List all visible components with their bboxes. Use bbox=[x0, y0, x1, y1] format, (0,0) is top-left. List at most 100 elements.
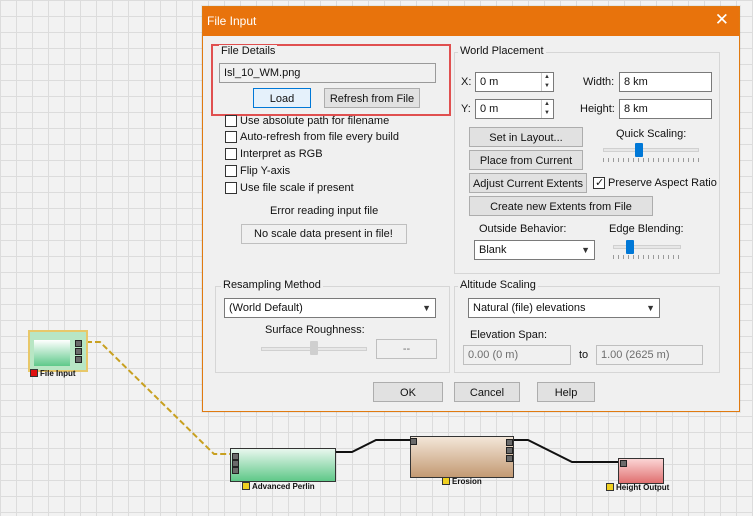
node-file-input[interactable] bbox=[28, 330, 88, 372]
close-icon[interactable]: ✕ bbox=[715, 11, 729, 29]
node-name: File Input bbox=[40, 369, 76, 378]
node-advanced-perlin-label: Advanced Perlin bbox=[242, 482, 315, 492]
width-label: Width: bbox=[583, 76, 615, 88]
spin-down-icon[interactable]: ▼ bbox=[544, 83, 550, 90]
elevation-span-to[interactable]: 1.00 (2625 m) bbox=[596, 345, 703, 365]
auto-refresh-label: Auto-refresh from file every build bbox=[240, 131, 399, 143]
input-port[interactable] bbox=[232, 460, 239, 467]
outside-behavior-select[interactable]: Blank ▼ bbox=[474, 240, 595, 260]
load-button[interactable]: Load bbox=[253, 88, 311, 108]
connection-erosion-output bbox=[512, 439, 620, 463]
node-thumbnail bbox=[34, 340, 70, 366]
width-input[interactable]: 8 km bbox=[619, 72, 712, 92]
check-icon: ✓ bbox=[595, 177, 605, 189]
edge-blending-track[interactable] bbox=[613, 245, 681, 249]
flip-y-label: Flip Y-axis bbox=[240, 165, 291, 177]
ok-button[interactable]: OK bbox=[373, 382, 443, 402]
height-label: Height: bbox=[580, 103, 615, 115]
output-port[interactable] bbox=[506, 447, 513, 454]
node-name: Height Output bbox=[616, 483, 670, 492]
interpret-rgb-checkbox[interactable] bbox=[225, 148, 237, 160]
node-height-output-label: Height Output bbox=[606, 483, 669, 493]
roughness-value-field[interactable]: -- bbox=[376, 339, 437, 359]
node-erosion-label: Erosion bbox=[442, 477, 482, 487]
world-placement-label: World Placement bbox=[458, 45, 546, 57]
altitude-mode-select[interactable]: Natural (file) elevations ▼ bbox=[468, 298, 660, 318]
node-height-output[interactable] bbox=[618, 458, 664, 484]
altitude-label: Altitude Scaling bbox=[458, 279, 538, 291]
status-square bbox=[30, 369, 38, 377]
preserve-aspect-label: Preserve Aspect Ratio bbox=[608, 177, 717, 189]
flip-y-checkbox[interactable] bbox=[225, 165, 237, 177]
elevation-span-to-label: to bbox=[579, 349, 589, 361]
use-file-scale-checkbox[interactable] bbox=[225, 182, 237, 194]
quick-scaling-label: Quick Scaling: bbox=[616, 128, 687, 140]
input-port[interactable] bbox=[620, 460, 627, 467]
dialog-titlebar[interactable]: File Input ✕ bbox=[203, 7, 739, 36]
quick-scaling-track[interactable] bbox=[603, 148, 699, 152]
quick-scaling-ticks bbox=[603, 158, 699, 162]
output-port[interactable] bbox=[75, 356, 82, 363]
roughness-thumb[interactable] bbox=[310, 341, 318, 355]
edge-blending-thumb[interactable] bbox=[626, 240, 634, 254]
chevron-down-icon: ▼ bbox=[646, 303, 655, 313]
outside-behavior-label: Outside Behavior: bbox=[479, 223, 567, 235]
node-file-input-label: File Input bbox=[30, 369, 76, 379]
spin-down-icon[interactable]: ▼ bbox=[544, 110, 550, 117]
spin-up-icon[interactable]: ▲ bbox=[544, 101, 550, 108]
node-advanced-perlin[interactable] bbox=[230, 448, 336, 482]
dialog-title: File Input bbox=[207, 14, 257, 28]
quick-scaling-thumb[interactable] bbox=[635, 143, 643, 157]
chevron-down-icon: ▼ bbox=[422, 303, 431, 313]
file-details-label: File Details bbox=[219, 45, 278, 57]
elevation-span-label: Elevation Span: bbox=[470, 329, 548, 341]
node-name: Erosion bbox=[452, 477, 482, 486]
node-erosion[interactable] bbox=[410, 436, 514, 478]
output-port[interactable] bbox=[75, 340, 82, 347]
place-from-current-button[interactable]: Place from Current bbox=[469, 150, 583, 170]
scale-status-field: No scale data present in file! bbox=[241, 224, 407, 244]
outside-behavior-value: Blank bbox=[479, 244, 507, 256]
auto-refresh-checkbox[interactable] bbox=[225, 131, 237, 143]
filename-field[interactable]: Isl_10_WM.png bbox=[219, 63, 436, 83]
input-port[interactable] bbox=[232, 453, 239, 460]
status-square bbox=[606, 483, 614, 491]
input-port[interactable] bbox=[232, 467, 239, 474]
altitude-mode-value: Natural (file) elevations bbox=[473, 302, 586, 314]
output-port[interactable] bbox=[506, 439, 513, 446]
elevation-span-from[interactable]: 0.00 (0 m) bbox=[463, 345, 571, 365]
output-port[interactable] bbox=[506, 455, 513, 462]
resampling-label: Resampling Method bbox=[221, 279, 323, 291]
x-label: X: bbox=[461, 76, 472, 88]
status-square bbox=[442, 477, 450, 485]
status-square bbox=[242, 482, 250, 490]
chevron-down-icon: ▼ bbox=[581, 245, 590, 255]
height-input[interactable]: 8 km bbox=[619, 99, 712, 119]
node-name: Advanced Perlin bbox=[252, 482, 315, 491]
help-button[interactable]: Help bbox=[537, 382, 595, 402]
interpret-rgb-label: Interpret as RGB bbox=[240, 148, 323, 160]
create-extents-button[interactable]: Create new Extents from File bbox=[469, 196, 653, 216]
cancel-button[interactable]: Cancel bbox=[454, 382, 520, 402]
edge-blending-ticks bbox=[613, 255, 681, 259]
x-spinner[interactable]: ▲ ▼ bbox=[541, 73, 554, 91]
spin-up-icon[interactable]: ▲ bbox=[544, 74, 550, 81]
file-input-dialog: File Input ✕ File Details Isl_10_WM.png … bbox=[202, 6, 740, 412]
surface-roughness-label: Surface Roughness: bbox=[265, 324, 365, 336]
input-port[interactable] bbox=[410, 438, 417, 445]
y-spinner[interactable]: ▲ ▼ bbox=[541, 100, 554, 118]
absolute-path-label: Use absolute path for filename bbox=[240, 115, 390, 127]
resampling-method-select[interactable]: (World Default) ▼ bbox=[224, 298, 436, 318]
error-text: Error reading input file bbox=[270, 205, 379, 217]
y-label: Y: bbox=[461, 103, 471, 115]
output-port[interactable] bbox=[75, 348, 82, 355]
absolute-path-checkbox[interactable] bbox=[225, 115, 237, 127]
connection-perlin-erosion bbox=[334, 439, 410, 453]
set-in-layout-button[interactable]: Set in Layout... bbox=[469, 127, 583, 147]
adjust-extents-button[interactable]: Adjust Current Extents bbox=[469, 173, 587, 193]
preserve-aspect-checkbox[interactable]: ✓ bbox=[593, 177, 605, 189]
edge-blending-label: Edge Blending: bbox=[609, 223, 684, 235]
refresh-from-file-button[interactable]: Refresh from File bbox=[324, 88, 420, 108]
use-file-scale-label: Use file scale if present bbox=[240, 182, 354, 194]
resampling-method-value: (World Default) bbox=[229, 302, 303, 314]
